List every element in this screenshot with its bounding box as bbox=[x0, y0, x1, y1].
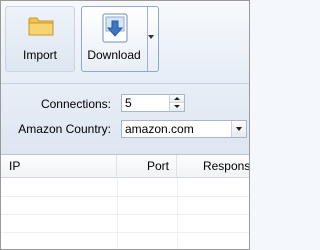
amazon-country-label: Amazon Country: bbox=[18, 122, 111, 136]
table-row bbox=[1, 232, 249, 249]
app-window: Import Download Connections: 5 Amazon Co… bbox=[0, 0, 250, 250]
increment-button[interactable] bbox=[170, 95, 184, 103]
column-header-ip[interactable]: IP bbox=[1, 155, 117, 177]
decrement-button[interactable] bbox=[170, 103, 184, 111]
folder-icon bbox=[28, 17, 54, 36]
table-header: IP Port Response bbox=[1, 155, 249, 178]
download-button[interactable]: Download bbox=[81, 6, 159, 72]
split-divider bbox=[147, 7, 148, 71]
dropdown-arrow-icon[interactable] bbox=[231, 121, 246, 137]
column-header-response[interactable]: Response bbox=[177, 155, 249, 177]
table-row bbox=[1, 178, 249, 197]
import-button[interactable]: Import bbox=[5, 6, 75, 72]
column-header-port[interactable]: Port bbox=[117, 155, 177, 177]
ribbon-toolbar: Import Download bbox=[1, 1, 249, 84]
connections-stepper[interactable]: 5 bbox=[121, 94, 185, 112]
connections-value[interactable]: 5 bbox=[125, 96, 132, 110]
stepper-buttons bbox=[169, 95, 184, 111]
results-table: IP Port Response bbox=[1, 155, 249, 249]
table-row bbox=[1, 214, 249, 233]
chevron-down-icon[interactable] bbox=[148, 35, 154, 39]
download-label: Download bbox=[87, 48, 141, 62]
amazon-country-value: amazon.com bbox=[125, 122, 194, 136]
table-row bbox=[1, 196, 249, 215]
download-icon bbox=[102, 13, 128, 43]
amazon-country-select[interactable]: amazon.com bbox=[121, 120, 247, 138]
settings-panel: Connections: 5 Amazon Country: amazon.co… bbox=[1, 84, 249, 155]
import-label: Import bbox=[22, 48, 57, 62]
connections-label: Connections: bbox=[40, 97, 111, 111]
